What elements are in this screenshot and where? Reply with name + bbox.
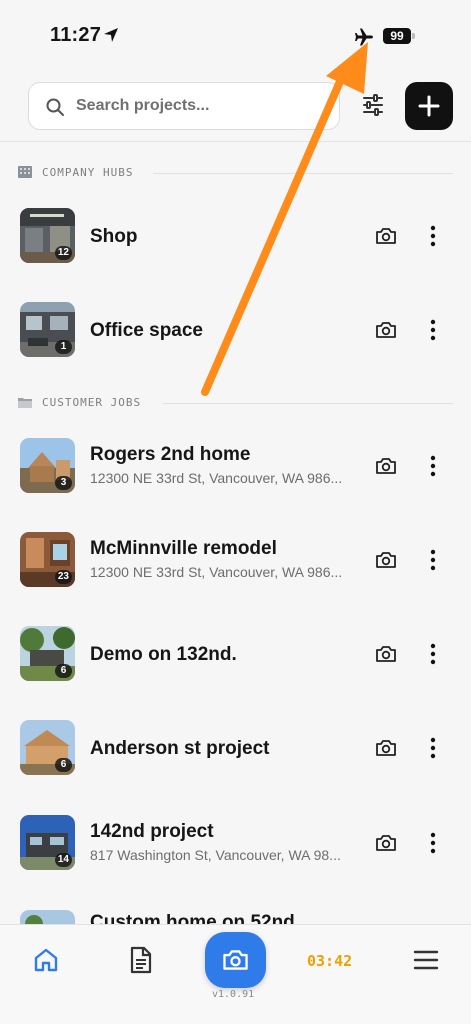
camera-icon[interactable]	[375, 834, 397, 852]
add-project-button[interactable]	[405, 82, 453, 130]
project-title: 142nd project	[90, 821, 214, 842]
camera-icon[interactable]	[375, 645, 397, 663]
plus-icon	[418, 95, 440, 117]
photo-count-badge: 6	[55, 664, 72, 678]
camera-icon[interactable]	[375, 227, 397, 245]
project-row-shop[interactable]: 12 Shop	[0, 196, 471, 276]
project-address: 817 Washington St, Vancouver, WA 98...	[90, 847, 341, 863]
more-options-icon[interactable]	[429, 643, 437, 665]
camera-icon	[223, 950, 248, 970]
more-options-icon[interactable]	[429, 549, 437, 571]
project-title: Shop	[90, 226, 138, 247]
home-icon[interactable]	[32, 946, 60, 974]
building-icon	[18, 166, 32, 178]
search-input[interactable]: Search projects...	[28, 82, 340, 130]
project-thumbnail: 3	[20, 438, 75, 493]
camera-icon[interactable]	[375, 551, 397, 569]
header-divider	[0, 141, 471, 142]
section-label: CUSTOMER JOBS	[42, 396, 142, 409]
project-title: Demo on 132nd.	[90, 644, 237, 665]
camera-icon[interactable]	[375, 739, 397, 757]
document-icon[interactable]	[128, 945, 154, 975]
folder-icon	[18, 398, 32, 408]
project-thumbnail: 12	[20, 208, 75, 263]
project-row-rogers-2nd-home[interactable]: 3 Rogers 2nd home 12300 NE 33rd St, Vanc…	[0, 426, 471, 506]
photo-count-badge: 14	[54, 853, 72, 867]
project-title: Office space	[90, 320, 203, 341]
battery-tip	[412, 33, 415, 39]
project-row-mcminnville-remodel[interactable]: 23 McMinnville remodel 12300 NE 33rd St,…	[0, 520, 471, 600]
more-options-icon[interactable]	[429, 737, 437, 759]
project-address: 12300 NE 33rd St, Vancouver, WA 986...	[90, 564, 343, 580]
section-header-customer-jobs: CUSTOMER JOBS	[18, 395, 453, 411]
project-address: 12300 NE 33rd St, Vancouver, WA 986...	[90, 470, 343, 486]
section-divider	[163, 403, 453, 404]
project-thumbnail: 14	[20, 815, 75, 870]
timer-tab[interactable]: 03:42	[307, 952, 352, 970]
photo-count-badge: 1	[55, 340, 72, 354]
section-divider	[153, 173, 453, 174]
more-options-icon[interactable]	[429, 455, 437, 477]
airplane-mode-icon	[355, 28, 373, 46]
project-row-anderson-st-project[interactable]: 6 Anderson st project	[0, 708, 471, 788]
project-thumbnail: 6	[20, 626, 75, 681]
project-thumbnail: 23	[20, 532, 75, 587]
project-thumbnail: 6	[20, 720, 75, 775]
more-options-icon[interactable]	[429, 319, 437, 341]
more-options-icon[interactable]	[429, 225, 437, 247]
project-title: Rogers 2nd home	[90, 444, 251, 465]
project-title: McMinnville remodel	[90, 538, 277, 559]
status-time: 11:27	[50, 24, 102, 46]
menu-icon[interactable]	[412, 946, 440, 974]
location-arrow-icon	[104, 28, 118, 42]
camera-icon[interactable]	[375, 457, 397, 475]
project-row-demo-on-132nd[interactable]: 6 Demo on 132nd.	[0, 614, 471, 694]
camera-icon[interactable]	[375, 321, 397, 339]
project-thumbnail: 1	[20, 302, 75, 357]
battery-indicator: 99	[383, 28, 411, 44]
filter-sliders-icon[interactable]	[360, 92, 386, 118]
photo-count-badge: 3	[55, 476, 72, 490]
search-icon	[46, 98, 64, 116]
photo-count-badge: 6	[55, 758, 72, 772]
photo-count-badge: 12	[54, 246, 72, 260]
capture-camera-button[interactable]	[205, 932, 266, 988]
app-version: v1.0.91	[212, 989, 255, 1000]
photo-count-badge: 23	[54, 570, 72, 584]
project-row-142nd-project[interactable]: 14 142nd project 817 Washington St, Vanc…	[0, 803, 471, 883]
section-label: COMPANY HUBS	[42, 166, 134, 179]
section-header-company-hubs: COMPANY HUBS	[18, 165, 453, 181]
project-row-partial[interactable]: Custom home on 52nd	[0, 906, 471, 926]
status-bar: 11:27 99	[0, 0, 471, 72]
more-options-icon[interactable]	[429, 832, 437, 854]
project-title: Anderson st project	[90, 738, 270, 759]
search-placeholder: Search projects...	[76, 97, 210, 114]
project-row-office-space[interactable]: 1 Office space	[0, 290, 471, 370]
